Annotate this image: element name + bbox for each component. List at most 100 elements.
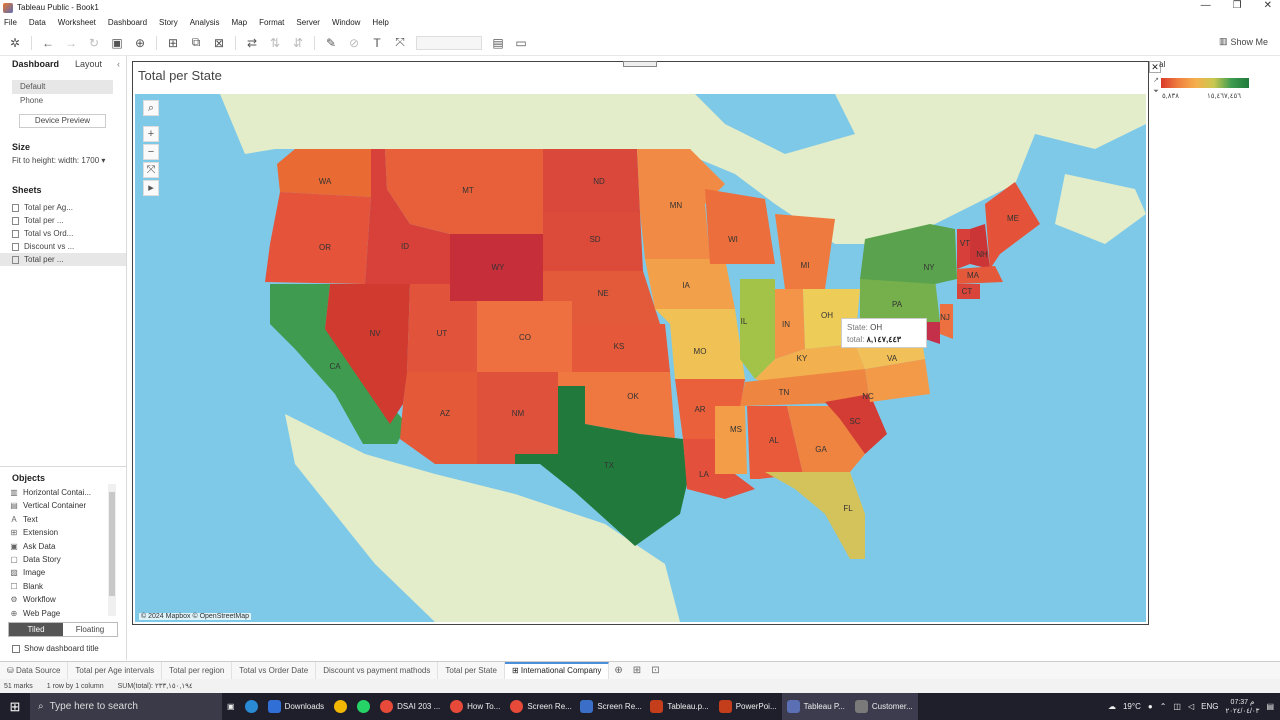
- tab-sheet[interactable]: Discount vs payment mathods: [316, 661, 439, 680]
- taskbar-app[interactable]: Screen Re...: [575, 693, 645, 720]
- size-dropdown[interactable]: Fit to height: width: 1700 ▾: [0, 156, 126, 165]
- menu-data[interactable]: Data: [29, 18, 46, 27]
- sheet-item[interactable]: Discount vs ...: [0, 240, 126, 253]
- state-vt[interactable]: [957, 229, 970, 269]
- tab-layout[interactable]: Layout ‹: [63, 59, 126, 69]
- device-default[interactable]: Default: [12, 80, 113, 94]
- sort-descending-icon[interactable]: ⇵: [291, 36, 305, 50]
- new-datasource-icon[interactable]: ⊕: [133, 36, 147, 50]
- menu-help[interactable]: Help: [372, 18, 388, 27]
- state-il[interactable]: [740, 279, 775, 379]
- show-title-option[interactable]: Show dashboard title: [12, 644, 99, 653]
- language-indicator[interactable]: ENG: [1201, 702, 1218, 711]
- zoom-out-icon[interactable]: −: [143, 144, 159, 160]
- menu-story[interactable]: Story: [159, 18, 178, 27]
- objects-scrollbar[interactable]: [108, 484, 116, 616]
- tab-sheet[interactable]: Total per region: [162, 661, 233, 680]
- new-story-tab-icon[interactable]: ⊡: [646, 665, 664, 676]
- fit-dropdown[interactable]: [416, 35, 482, 50]
- edge-icon[interactable]: [240, 693, 263, 720]
- sheet-item[interactable]: Total vs Ord...: [0, 227, 126, 240]
- state-nd[interactable]: [543, 149, 640, 212]
- tableau-logo-icon[interactable]: ✲: [8, 36, 22, 50]
- state-nh[interactable]: [970, 224, 990, 269]
- device-phone[interactable]: Phone: [0, 94, 126, 108]
- object-extension[interactable]: ⊞ Extension: [0, 526, 118, 539]
- object-image[interactable]: ▨ Image: [0, 566, 118, 579]
- taskbar-app[interactable]: Tableau P...: [781, 693, 850, 720]
- object-ask-data[interactable]: ▣ Ask Data: [0, 540, 118, 553]
- state-me[interactable]: [985, 182, 1040, 269]
- object-blank[interactable]: ☐ Blank: [0, 580, 118, 593]
- save-icon[interactable]: ▣: [110, 36, 124, 50]
- drag-handle[interactable]: [623, 61, 657, 67]
- menu-format[interactable]: Format: [259, 18, 284, 27]
- highlight-icon[interactable]: ✎: [324, 36, 338, 50]
- object-workflow[interactable]: ⚙ Workflow: [0, 593, 118, 606]
- chrome-icon[interactable]: [329, 693, 352, 720]
- group-icon[interactable]: ⊘: [347, 36, 361, 50]
- object-data-story[interactable]: ▢ Data Story: [0, 553, 118, 566]
- menu-window[interactable]: Window: [332, 18, 360, 27]
- menu-map[interactable]: Map: [232, 18, 248, 27]
- tab-dashboard-active[interactable]: ⊞ International Company: [504, 661, 610, 680]
- state-fl[interactable]: [765, 472, 865, 559]
- maximize-button[interactable]: ❐: [1233, 0, 1242, 11]
- scrollbar-thumb[interactable]: [109, 492, 115, 596]
- menu-file[interactable]: File: [4, 18, 17, 27]
- expand-arrow-icon[interactable]: ▸: [143, 180, 159, 196]
- fix-axes-icon[interactable]: ⤧: [393, 35, 407, 50]
- network-icon[interactable]: ◫: [1173, 702, 1181, 711]
- tiled-button[interactable]: Tiled: [9, 623, 63, 636]
- taskbar-app[interactable]: Tableau.p...: [645, 693, 713, 720]
- zoom-in-icon[interactable]: +: [143, 126, 159, 142]
- color-legend[interactable]: al ٥,٨٣٨ ١٥,٤٦٧,٤٥٦: [1153, 60, 1253, 110]
- state-ms[interactable]: [715, 406, 747, 474]
- whatsapp-icon[interactable]: [352, 693, 375, 720]
- volume-icon[interactable]: ◁: [1188, 702, 1194, 711]
- show-me-button[interactable]: ▥ Show Me: [1219, 36, 1268, 47]
- state-mi[interactable]: [775, 214, 835, 289]
- object-vertical-container[interactable]: ▤ Vertical Container: [0, 499, 118, 512]
- object-web-page[interactable]: ⊕ Web Page: [0, 607, 118, 620]
- new-dashboard-tab-icon[interactable]: ⊞: [628, 665, 646, 676]
- us-state-map[interactable]: WA OR CA ID NV MT WY UT AZ CO NM ND SD N…: [135, 94, 1146, 622]
- dashboard-canvas[interactable]: ✕ ↗ ⏷ Total per State WA OR CA ID NV MT …: [132, 61, 1161, 625]
- object-text[interactable]: A Text: [0, 513, 118, 526]
- show-cards-icon[interactable]: ▤: [491, 36, 505, 50]
- labels-icon[interactable]: T: [370, 36, 384, 50]
- state-ma[interactable]: [957, 266, 1003, 284]
- tab-dashboard[interactable]: Dashboard: [0, 59, 63, 69]
- menu-worksheet[interactable]: Worksheet: [58, 18, 96, 27]
- tab-data-source[interactable]: ⛁ Data Source: [0, 661, 69, 680]
- replay-icon[interactable]: ↻: [87, 36, 101, 50]
- new-worksheet-icon[interactable]: ⊞: [166, 36, 180, 50]
- object-horizontal-container[interactable]: ▥ Horizontal Contai...: [0, 486, 118, 499]
- menu-dashboard[interactable]: Dashboard: [108, 18, 147, 27]
- tab-sheet[interactable]: Total vs Order Date: [232, 661, 317, 680]
- show-title-checkbox[interactable]: [12, 644, 20, 653]
- redo-icon[interactable]: →: [64, 36, 78, 50]
- taskbar-app[interactable]: Downloads: [263, 693, 330, 720]
- state-ia[interactable]: [645, 259, 735, 309]
- weather-icon[interactable]: ☁: [1108, 702, 1116, 711]
- state-az[interactable]: [400, 372, 477, 464]
- state-nm[interactable]: [477, 372, 558, 464]
- new-worksheet-tab-icon[interactable]: ⊕: [609, 665, 627, 676]
- tab-sheet[interactable]: Total per State: [438, 661, 505, 680]
- state-wi[interactable]: [705, 189, 775, 264]
- taskbar-app[interactable]: PowerPoi...: [714, 693, 782, 720]
- taskbar-app[interactable]: Screen Re...: [505, 693, 575, 720]
- sheet-item[interactable]: Total per ...: [0, 253, 126, 266]
- reset-map-icon[interactable]: ⤧: [143, 162, 159, 178]
- tab-sheet[interactable]: Total per Age intervals: [68, 661, 163, 680]
- menu-server[interactable]: Server: [296, 18, 320, 27]
- sheet-item[interactable]: Total per ...: [0, 214, 126, 227]
- state-in[interactable]: [775, 289, 805, 359]
- duplicate-icon[interactable]: ⧉: [189, 35, 203, 50]
- sort-ascending-icon[interactable]: ⇅: [268, 36, 282, 50]
- presentation-icon[interactable]: ▭: [514, 36, 528, 50]
- taskbar-app[interactable]: How To...: [445, 693, 505, 720]
- device-preview-button[interactable]: Device Preview: [19, 114, 106, 128]
- menu-analysis[interactable]: Analysis: [190, 18, 220, 27]
